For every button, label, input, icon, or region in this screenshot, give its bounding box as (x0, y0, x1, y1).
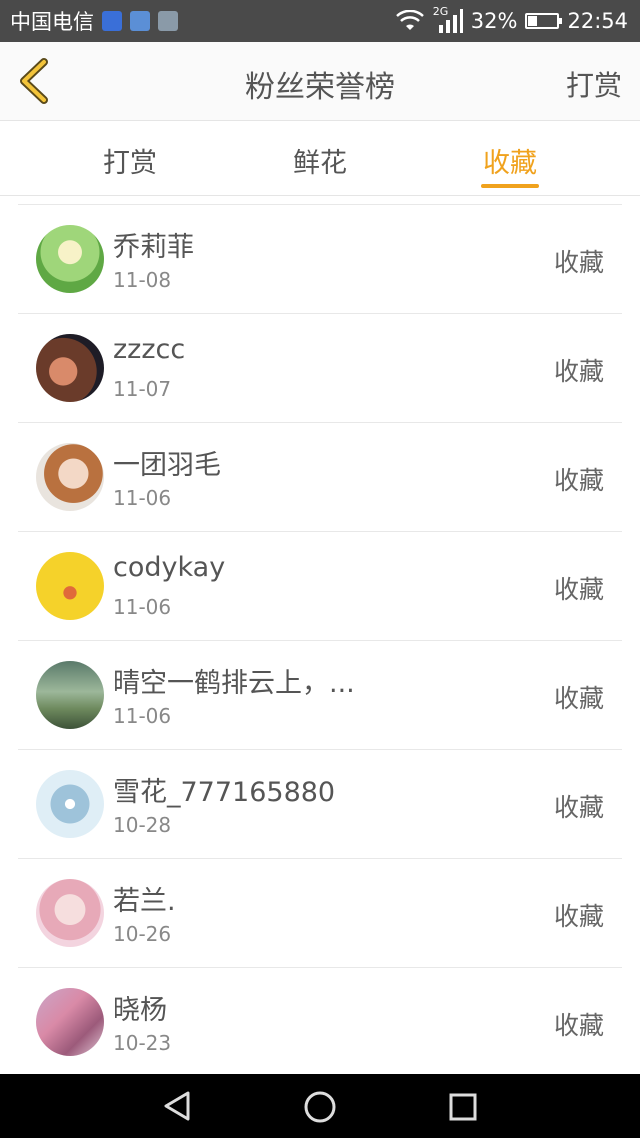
fan-action: 收藏 (553, 793, 604, 822)
list-item[interactable]: zzzcc 11-07 收藏 (18, 314, 622, 423)
tab-reward[interactable]: 打赏 (70, 141, 190, 180)
fan-action: 收藏 (553, 575, 604, 604)
fan-date: 10-23 (113, 1031, 172, 1055)
tab-flowers[interactable]: 鲜花 (260, 141, 380, 180)
page-title: 粉丝荣誉榜 (245, 70, 395, 105)
battery-percent: 32% (470, 9, 518, 33)
clock: 22:54 (567, 9, 628, 33)
fan-name: zzzcc (113, 334, 186, 365)
avatar (36, 661, 104, 729)
network-type-label: 2G (432, 5, 449, 18)
fan-date: 11-07 (113, 377, 172, 401)
fan-date: 11-06 (113, 486, 172, 510)
list-item[interactable]: codykay 11-06 收藏 (18, 532, 622, 641)
fan-action: 收藏 (553, 684, 604, 713)
fan-name: 一团羽毛 (113, 450, 221, 481)
system-nav-bar (0, 1074, 640, 1138)
status-bar: 中国电信 2G 32% 22:54 (0, 0, 640, 42)
avatar (36, 552, 104, 620)
fan-action: 收藏 (553, 902, 604, 931)
fan-name: 雪花_777165880 (113, 777, 336, 808)
fan-name: 若兰. (113, 886, 176, 917)
tab-bar: 打赏 鲜花 收藏 (0, 121, 640, 196)
fan-name: codykay (113, 552, 226, 583)
list-item[interactable]: 乔莉菲 11-08 收藏 (18, 205, 622, 314)
fan-name: 晴空一鹤排云上，... (113, 668, 355, 699)
fan-date: 11-06 (113, 595, 172, 619)
fan-action: 收藏 (553, 248, 604, 277)
fan-action: 收藏 (553, 466, 604, 495)
fan-action: 收藏 (553, 357, 604, 386)
fan-list: 乔莉菲 11-08 收藏 zzzcc 11-07 收藏 一团羽毛 11-06 收… (18, 204, 622, 1077)
list-item[interactable]: 晓杨 10-23 收藏 (18, 968, 622, 1077)
home-circle-icon[interactable] (303, 1090, 337, 1124)
fan-date: 11-06 (113, 704, 172, 728)
reward-button[interactable]: 打赏 (566, 64, 622, 104)
recents-square-icon[interactable] (448, 1092, 478, 1122)
avatar (36, 334, 104, 402)
avatar (36, 225, 104, 293)
fan-date: 10-26 (113, 922, 172, 946)
fan-date: 11-08 (113, 268, 172, 292)
fan-action: 收藏 (553, 1011, 604, 1040)
fan-name: 乔莉菲 (113, 232, 194, 263)
list-item[interactable]: 若兰. 10-26 收藏 (18, 859, 622, 968)
list-item[interactable]: 雪花_777165880 10-28 收藏 (18, 750, 622, 859)
avatar (36, 443, 104, 511)
active-tab-indicator (481, 184, 539, 188)
avatar (36, 770, 104, 838)
avatar (36, 988, 104, 1056)
list-item[interactable]: 晴空一鹤排云上，... 11-06 收藏 (18, 641, 622, 750)
shield-icon (102, 11, 122, 31)
avatar (36, 879, 104, 947)
signal-icon: 2G (433, 5, 463, 33)
fan-date: 10-28 (113, 813, 172, 837)
carrier-label: 中国电信 (10, 10, 94, 34)
back-triangle-icon[interactable] (162, 1090, 194, 1122)
list-item[interactable]: 一团羽毛 11-06 收藏 (18, 423, 622, 532)
image-icon (158, 11, 178, 31)
wifi-icon (395, 10, 424, 30)
tab-favorites[interactable]: 收藏 (450, 141, 570, 180)
battery-icon (525, 13, 563, 29)
header: 粉丝荣誉榜 打赏 (0, 42, 640, 121)
fan-name: 晓杨 (113, 995, 167, 1026)
app-notification-icon (130, 11, 150, 31)
